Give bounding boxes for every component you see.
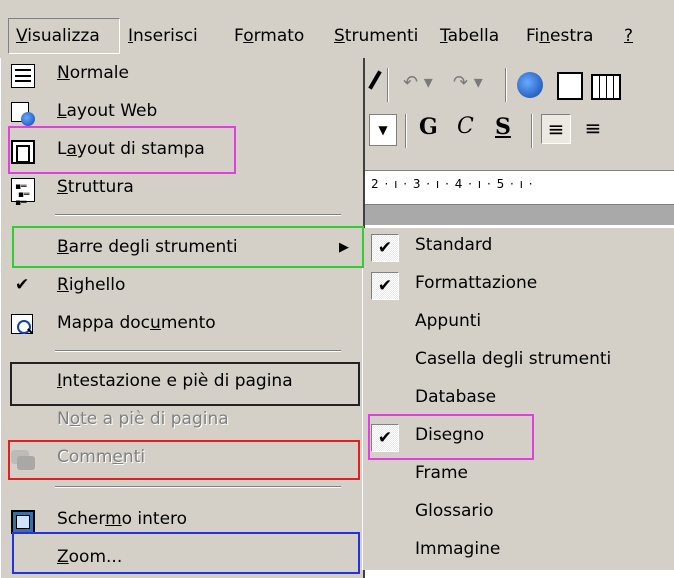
toolbars-submenu: ✔ Standard ✔ Formattazione Appunti Casel… xyxy=(362,228,674,570)
menu-item-note: Note a piè di pagina xyxy=(1,404,363,440)
submenu-item-label: Formattazione xyxy=(415,273,538,293)
menu-item-layout-web[interactable]: Layout Web xyxy=(1,96,363,132)
menu-item-label: Struttura xyxy=(57,177,134,197)
menu-bar: Visualizza Inserisci Formato Strumenti T… xyxy=(0,0,674,60)
ruler-strip xyxy=(365,204,674,225)
formatting-toolbar: ▼ G C S ≡ ≡ xyxy=(365,112,674,152)
menu-item-barre-strumenti[interactable]: Barre degli strumenti ▶ xyxy=(1,232,363,268)
checkmark-icon: ✔ xyxy=(371,424,399,452)
underline-button[interactable]: S xyxy=(495,114,511,140)
menu-item-struttura[interactable]: ▪═ ▪═ ▪═ Struttura xyxy=(1,172,363,208)
menu-item-normale[interactable]: Normale xyxy=(1,58,363,94)
menu-item-label: Zoom... xyxy=(57,547,123,567)
menu-item-label: Intestazione e piè di pagina xyxy=(57,371,293,391)
print-layout-icon xyxy=(11,140,35,164)
submenu-item-glossario[interactable]: Glossario xyxy=(363,494,674,532)
menu-item-commenti: Commenti xyxy=(1,442,363,478)
menu-item-label: Commenti xyxy=(57,447,146,467)
submenu-item-label: Standard xyxy=(415,235,493,255)
submenu-item-frame[interactable]: Frame xyxy=(363,456,674,494)
menu-item-zoom[interactable]: Zoom... xyxy=(1,542,363,578)
toolbar-separator xyxy=(531,114,533,148)
menu-item-label: Normale xyxy=(57,63,129,83)
menu-finestra[interactable]: Finestra xyxy=(526,22,593,50)
outline-icon: ▪═ ▪═ ▪═ xyxy=(11,178,35,208)
toolbar-separator xyxy=(387,68,389,102)
ruler-scale: 2 · ı · 3 · ı · 4 · ı · 5 · ı · xyxy=(371,177,534,191)
font-dropdown-arrow[interactable]: ▼ xyxy=(369,114,397,146)
menu-item-mappa-documento[interactable]: Mappa documento xyxy=(1,308,363,344)
menu-item-label: Barre degli strumenti xyxy=(57,237,238,257)
ruler: 2 · ı · 3 · ı · 4 · ı · 5 · ı · xyxy=(365,170,674,205)
web-layout-icon xyxy=(11,102,35,126)
submenu-item-casella-strumenti[interactable]: Casella degli strumenti xyxy=(363,342,674,380)
view-menu: Normale Layout Web Layout di stampa ▪═ ▪… xyxy=(0,58,365,578)
undo-icon[interactable]: ↶ ▾ xyxy=(403,72,433,93)
menu-separator xyxy=(55,486,341,488)
submenu-item-appunti[interactable]: Appunti xyxy=(363,304,674,342)
menu-strumenti[interactable]: Strumenti xyxy=(334,22,418,50)
insert-table-icon[interactable] xyxy=(591,74,621,100)
submenu-item-label: Database xyxy=(415,387,497,407)
pen-icon[interactable] xyxy=(368,70,382,98)
submenu-item-label: Casella degli strumenti xyxy=(415,349,612,369)
toolbar-separator xyxy=(405,114,407,148)
submenu-item-standard[interactable]: ✔ Standard xyxy=(363,228,674,266)
menu-visualizza[interactable]: Visualizza xyxy=(16,22,100,50)
submenu-item-label: Frame xyxy=(415,463,468,483)
document-map-icon xyxy=(11,314,35,338)
menu-item-schermo-intero[interactable]: Schermo intero xyxy=(1,504,363,540)
comments-icon xyxy=(11,448,35,472)
align-center-icon[interactable]: ≡ xyxy=(579,114,607,142)
redo-icon[interactable]: ↷ ▾ xyxy=(453,72,483,93)
tables-borders-icon[interactable] xyxy=(557,72,583,100)
menu-item-label: Layout di stampa xyxy=(57,139,205,159)
menu-item-label: Note a piè di pagina xyxy=(57,409,229,429)
menu-tabella[interactable]: Tabella xyxy=(440,22,499,50)
submenu-item-formattazione[interactable]: ✔ Formattazione xyxy=(363,266,674,304)
submenu-arrow-icon: ▶ xyxy=(339,240,349,255)
checkmark-icon: ✔ xyxy=(371,272,399,300)
submenu-item-label: Appunti xyxy=(415,311,482,331)
menu-inserisci[interactable]: Inserisci xyxy=(128,22,198,50)
menu-item-label: Layout Web xyxy=(57,101,158,121)
normal-view-icon xyxy=(11,64,35,88)
toolbar-separator xyxy=(505,68,507,102)
menu-item-label: Mappa documento xyxy=(57,313,216,333)
menu-item-intestazione[interactable]: Intestazione e piè di pagina xyxy=(1,366,363,402)
submenu-item-database[interactable]: Database xyxy=(363,380,674,418)
menu-separator xyxy=(55,214,341,216)
menu-item-label: Righello xyxy=(57,275,126,295)
hyperlink-globe-icon[interactable] xyxy=(517,72,543,98)
submenu-item-label: Immagine xyxy=(415,539,501,559)
submenu-item-label: Disegno xyxy=(415,425,485,445)
full-screen-icon xyxy=(11,510,35,534)
menu-separator xyxy=(55,350,341,352)
checkmark-icon: ✔ xyxy=(371,234,399,262)
menu-item-label: Schermo intero xyxy=(57,509,188,529)
bold-button[interactable]: G xyxy=(419,114,438,140)
align-left-icon[interactable]: ≡ xyxy=(541,114,571,144)
italic-button[interactable]: C xyxy=(457,114,474,139)
submenu-item-label: Glossario xyxy=(415,501,494,521)
menu-item-righello[interactable]: ✔ Righello xyxy=(1,270,363,306)
menu-formato[interactable]: Formato xyxy=(234,22,304,50)
submenu-item-disegno[interactable]: ✔ Disegno xyxy=(363,418,674,456)
submenu-item-immagine[interactable]: Immagine xyxy=(363,532,674,570)
checkmark-icon: ✔ xyxy=(15,275,30,295)
menu-item-layout-stampa[interactable]: Layout di stampa xyxy=(1,134,363,170)
standard-toolbar: ↶ ▾ ↷ ▾ xyxy=(365,66,674,106)
menu-help[interactable]: ? xyxy=(624,22,633,50)
